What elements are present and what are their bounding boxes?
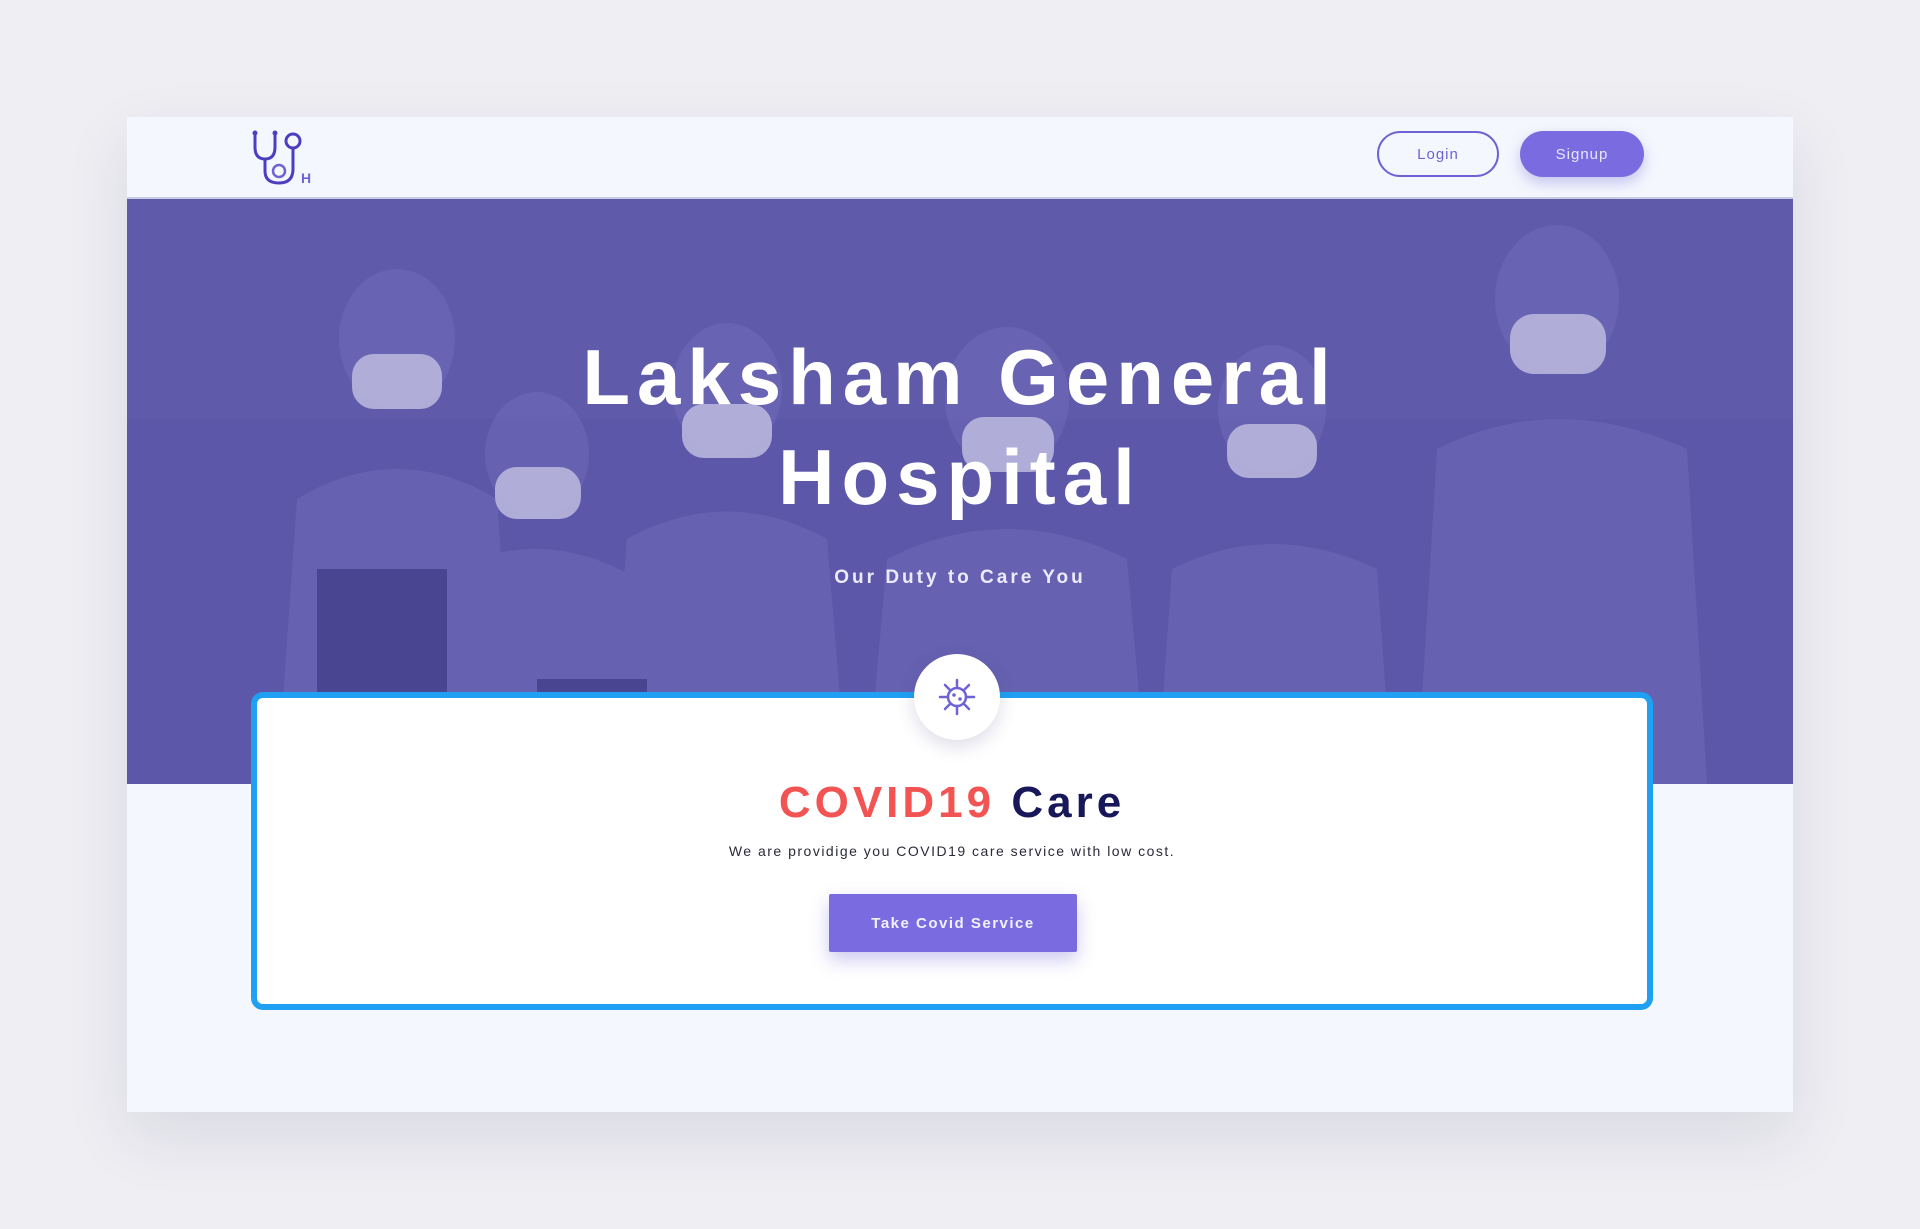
virus-badge: [914, 654, 1000, 740]
stethoscope-logo-icon[interactable]: H: [249, 125, 313, 189]
covid-card-title: COVID19 Care: [257, 778, 1647, 828]
covid-card-description: We are providige you COVID19 care servic…: [728, 843, 1176, 859]
page-frame: H Login Signup Laksham General Hospital …: [127, 117, 1793, 1112]
login-button[interactable]: Login: [1377, 131, 1499, 177]
hero-subtitle: Our Duty to Care You: [834, 567, 1086, 588]
navbar: H Login Signup: [127, 117, 1793, 199]
signup-button[interactable]: Signup: [1520, 131, 1644, 177]
logo-letter: H: [301, 170, 311, 186]
hero-title: Laksham General Hospital: [582, 333, 1338, 521]
virus-icon: [938, 678, 976, 716]
take-covid-service-button[interactable]: Take Covid Service: [829, 894, 1077, 952]
covid-title-rest: Care: [1011, 778, 1126, 827]
covid-title-highlight: COVID19: [778, 778, 996, 827]
